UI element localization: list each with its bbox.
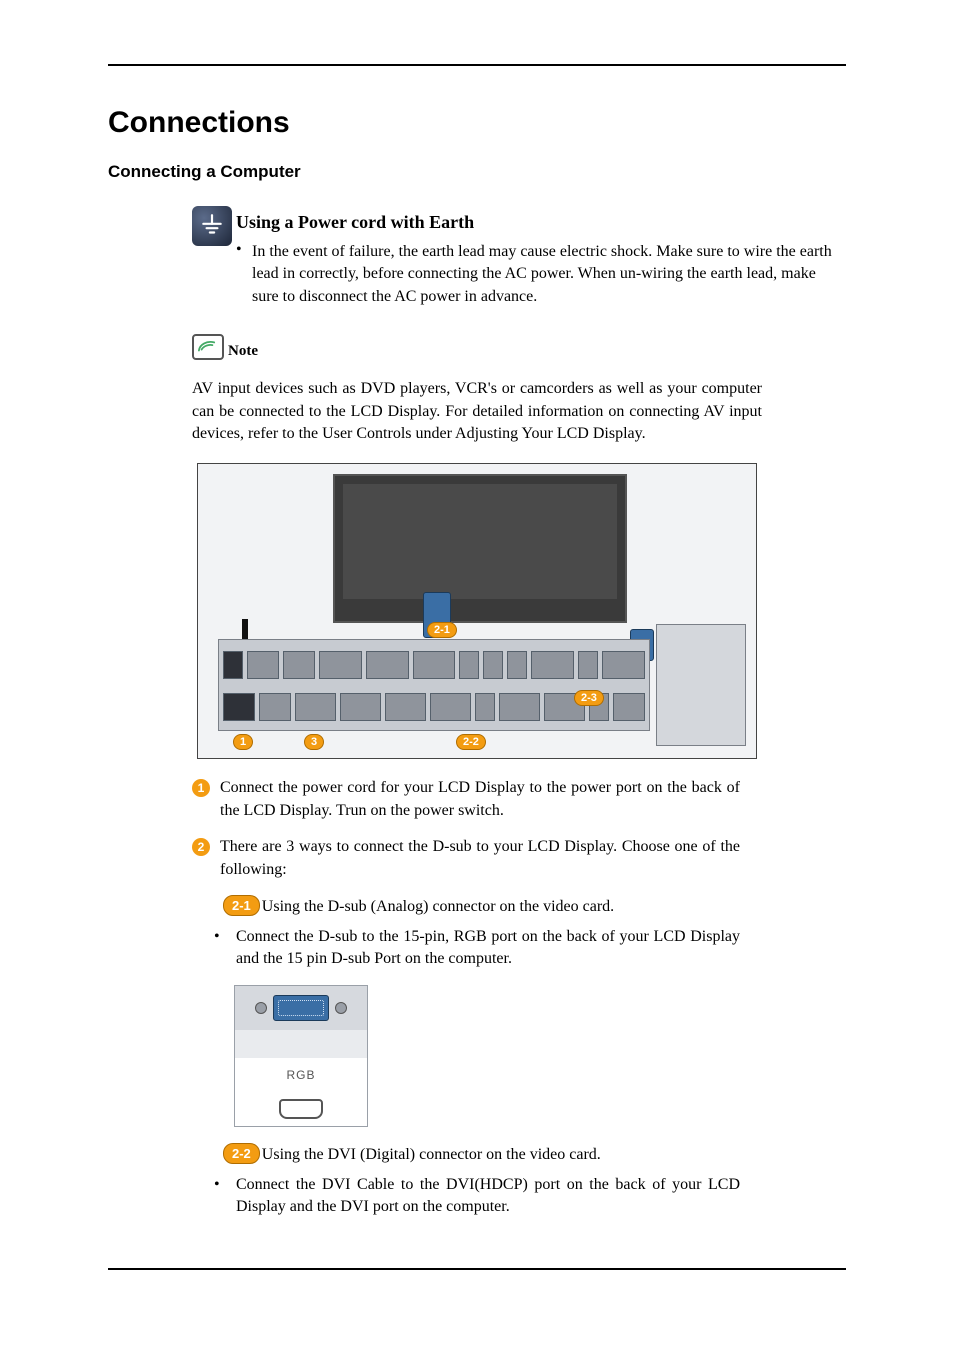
bullet-dot: • [236, 241, 244, 308]
earth-warning-block: Using a Power cord with Earth • In the e… [192, 206, 846, 308]
note-block: Note [192, 334, 846, 360]
diagram-badge-1: 1 [233, 734, 253, 750]
diagram-badge-3: 3 [304, 734, 324, 750]
substep-text: Using the DVI (Digital) connector on the… [262, 1146, 601, 1164]
earth-heading: Using a Power cord with Earth [236, 206, 846, 233]
bottom-rule [108, 1268, 846, 1270]
page: Connections Connecting a Computer Using … [0, 0, 954, 1350]
diagram-port-panel [218, 639, 650, 731]
note-label: Note [228, 343, 258, 360]
step-text: Connect the power cord for your LCD Disp… [220, 777, 740, 822]
substep-badge: 2-1 [223, 895, 260, 916]
diagram-lcd-back [333, 474, 627, 623]
note-icon [192, 334, 224, 360]
connection-diagram: 1 2-1 2-2 2-3 3 [197, 463, 757, 759]
substep-badge: 2-2 [223, 1143, 260, 1164]
substep-2-2: 2-2 Using the DVI (Digital) connector on… [223, 1143, 740, 1164]
step-text: There are 3 ways to connect the D-sub to… [220, 836, 740, 881]
vga-screw-icon [335, 1002, 347, 1014]
section-heading: Connecting a Computer [108, 162, 846, 182]
step-number-badge: 2 [192, 838, 210, 856]
substep-2-1: 2-1 Using the D-sub (Analog) connector o… [223, 895, 740, 916]
vga-port-icon [273, 995, 329, 1021]
note-body: AV input devices such as DVD players, VC… [192, 378, 762, 445]
bullet-dot: • [214, 1174, 224, 1219]
bullet-item: • Connect the DVI Cable to the DVI(HDCP)… [214, 1174, 740, 1219]
diagram-badge-2-3: 2-3 [574, 690, 604, 706]
step-item: 2 There are 3 ways to connect the D-sub … [192, 836, 740, 881]
bullet-text: Connect the DVI Cable to the DVI(HDCP) p… [236, 1174, 740, 1219]
bullet-text: Connect the D-sub to the 15-pin, RGB por… [236, 926, 740, 971]
step-number-badge: 1 [192, 779, 210, 797]
steps-list: 1 Connect the power cord for your LCD Di… [192, 777, 740, 881]
earth-ground-icon [192, 206, 232, 246]
rgb-port-illustration: RGB [234, 985, 368, 1127]
earth-body: In the event of failure, the earth lead … [252, 241, 846, 308]
rgb-label: RGB [235, 1058, 367, 1092]
bullet-item: • Connect the D-sub to the 15-pin, RGB p… [214, 926, 740, 971]
diagram-badge-2-2: 2-2 [456, 734, 486, 750]
page-title: Connections [108, 106, 846, 140]
vga-screw-icon [255, 1002, 267, 1014]
top-rule [108, 64, 846, 66]
diagram-badge-2-1: 2-1 [427, 622, 457, 638]
diagram-computer [656, 624, 746, 746]
step-item: 1 Connect the power cord for your LCD Di… [192, 777, 740, 822]
bullet-dot: • [214, 926, 224, 971]
substep-text: Using the D-sub (Analog) connector on th… [262, 898, 614, 916]
dsub-outline-icon [279, 1099, 323, 1119]
